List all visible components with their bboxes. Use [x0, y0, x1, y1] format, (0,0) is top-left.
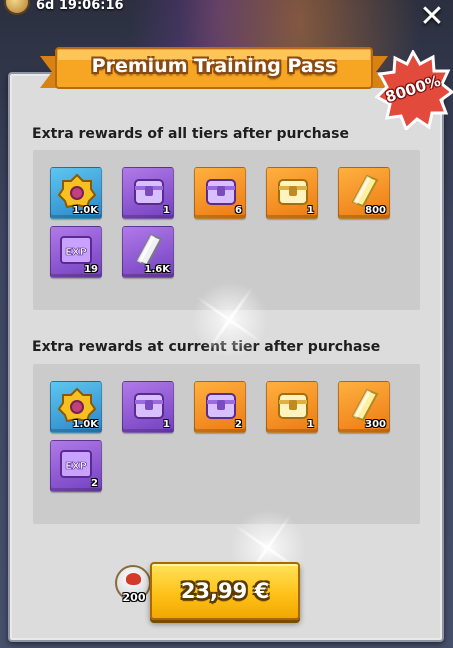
gold-gear-icon [57, 387, 97, 422]
reward-quantity: 1 [163, 205, 170, 216]
bonus-badge: 8000% [373, 48, 453, 132]
reward-quantity: 1 [307, 205, 314, 216]
section-all-title: Extra rewards of all tiers after purchas… [32, 126, 349, 142]
gold-bar-icon [351, 174, 379, 208]
reward-quantity: 19 [84, 264, 98, 275]
reward-quantity: 2 [91, 478, 98, 489]
gold-gear-icon [57, 173, 97, 208]
title-banner: Premium Training Pass [40, 44, 388, 94]
reward-item[interactable]: 300 [338, 381, 390, 433]
exp-book-icon: EXP [60, 450, 92, 478]
reward-quantity: 800 [365, 205, 386, 216]
reward-quantity: 2 [235, 419, 242, 430]
reward-quantity: 1.0K [72, 419, 98, 430]
buy-button[interactable]: 23,99 € [150, 562, 300, 620]
reward-item[interactable]: 1 [122, 381, 174, 433]
reward-item[interactable]: 800 [338, 167, 390, 219]
reward-item[interactable]: 6 [194, 167, 246, 219]
reward-quantity: 6 [235, 205, 242, 216]
purple-chest-icon [134, 179, 164, 205]
price-label: 23,99 € [180, 579, 270, 603]
gold-chest-icon [278, 393, 308, 419]
svg-text:EXP: EXP [65, 461, 87, 472]
reward-quantity: 1 [163, 419, 170, 430]
banner-title: Premium Training Pass [91, 55, 337, 77]
clock-icon [4, 0, 30, 15]
purple-chest-icon [206, 179, 236, 205]
reward-item[interactable]: 1 [266, 381, 318, 433]
section-current-title: Extra rewards at current tier after purc… [32, 339, 381, 355]
timer-text: 6d 19:06:16 [36, 0, 124, 13]
event-timer: 6d 19:06:16 [0, 0, 124, 16]
exp-book-icon: EXP [60, 236, 92, 264]
reward-item[interactable]: 1.0K [50, 381, 102, 433]
reward-quantity: 1.0K [72, 205, 98, 216]
reward-item[interactable]: 1.0K [50, 167, 102, 219]
reward-item[interactable]: EXP 19 [50, 226, 102, 278]
token-cost: 200 [122, 591, 146, 604]
reward-quantity: 300 [365, 419, 386, 430]
purple-chest-icon [206, 393, 236, 419]
reward-quantity: 1 [307, 419, 314, 430]
purple-chest-icon [134, 393, 164, 419]
svg-text:EXP: EXP [65, 247, 87, 258]
silver-bar-icon [135, 233, 163, 267]
reward-item[interactable]: EXP 2 [50, 440, 102, 492]
reward-quantity: 1.6K [144, 264, 170, 275]
reward-item[interactable]: 1 [266, 167, 318, 219]
gold-chest-icon [278, 179, 308, 205]
reward-item[interactable]: 2 [194, 381, 246, 433]
gold-bar-icon [351, 388, 379, 422]
close-button[interactable]: ✕ [417, 2, 447, 32]
reward-item[interactable]: 1.6K [122, 226, 174, 278]
reward-item[interactable]: 1 [122, 167, 174, 219]
